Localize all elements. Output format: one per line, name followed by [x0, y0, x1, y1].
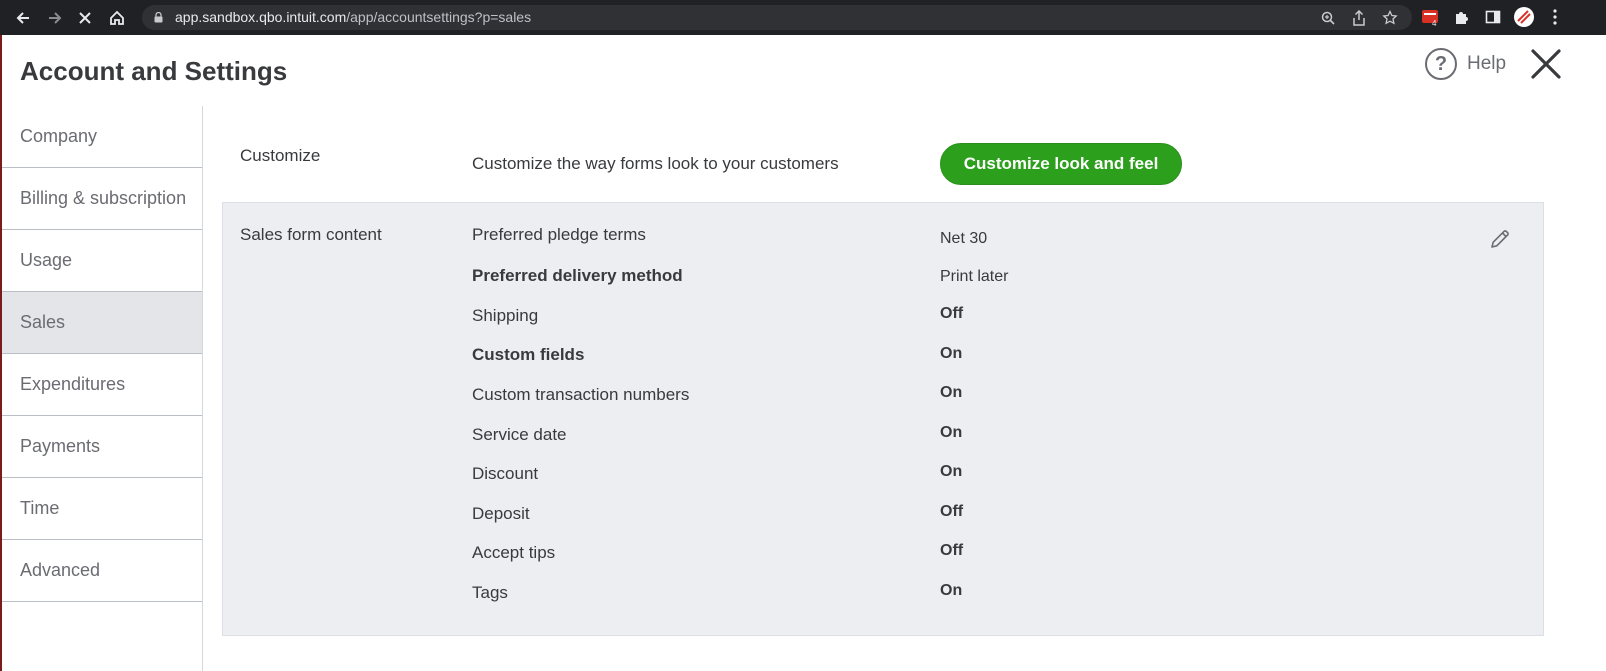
share-icon[interactable]	[1350, 9, 1368, 27]
help-label: Help	[1467, 53, 1507, 74]
sidebar-item-billing[interactable]: Billing & subscription	[2, 168, 202, 230]
tags-label: Tags	[472, 583, 508, 602]
url-text: app.sandbox.qbo.intuit.com/app/accountse…	[175, 9, 532, 25]
custom-fields-label: Custom fields	[472, 345, 585, 364]
svg-text:4: 4	[1432, 19, 1437, 27]
tags-value: On	[940, 582, 963, 599]
custom-transaction-numbers-label: Custom transaction numbers	[472, 385, 690, 404]
preferred-delivery-method-value: Print later	[940, 268, 1009, 285]
customize-section: Customize Customize the way forms look t…	[222, 106, 1544, 202]
settings-sidebar: Company Billing & subscription Usage Sal…	[2, 106, 203, 671]
shipping-label: Shipping	[472, 306, 539, 325]
help-question-icon: ?	[1425, 48, 1457, 80]
address-bar[interactable]: app.sandbox.qbo.intuit.com/app/accountse…	[142, 5, 1412, 30]
home-icon[interactable]	[102, 0, 132, 35]
sidebar-item-sales[interactable]: Sales	[2, 292, 202, 354]
custom-transaction-numbers-value: On	[940, 384, 963, 401]
browser-toolbar: app.sandbox.qbo.intuit.com/app/accountse…	[0, 0, 1606, 35]
customize-section-label: Customize	[240, 146, 321, 165]
help-button[interactable]: ? Help	[1425, 48, 1506, 80]
sidebar-item-advanced[interactable]: Advanced	[2, 540, 202, 602]
preferred-pledge-terms-value: Net 30	[940, 230, 988, 247]
custom-fields-value: On	[940, 345, 963, 362]
shipping-value: Off	[940, 305, 964, 322]
customize-look-and-feel-button[interactable]: Customize look and feel	[940, 143, 1182, 185]
preferred-pledge-terms-label: Preferred pledge terms	[472, 225, 646, 244]
close-icon[interactable]	[1528, 46, 1564, 82]
sales-form-content-label: Sales form content	[240, 225, 382, 244]
discount-value: On	[940, 463, 963, 480]
extensions-puzzle-icon[interactable]	[1451, 6, 1473, 28]
service-date-label: Service date	[472, 425, 567, 444]
edit-pencil-icon[interactable]	[1488, 227, 1512, 251]
extension-red-icon[interactable]: 4	[1420, 6, 1442, 28]
back-arrow-icon[interactable]	[8, 0, 38, 35]
page-title: Account and Settings	[20, 56, 288, 86]
forward-arrow-icon[interactable]	[40, 0, 70, 35]
sidebar-item-expenditures[interactable]: Expenditures	[2, 354, 202, 416]
zoom-icon[interactable]	[1319, 9, 1337, 27]
sidebar-item-payments[interactable]: Payments	[2, 416, 202, 478]
discount-label: Discount	[472, 464, 539, 483]
more-menu-icon[interactable]	[1544, 6, 1566, 28]
deposit-label: Deposit	[472, 504, 530, 523]
stop-loading-icon[interactable]	[70, 0, 100, 35]
bookmark-star-icon[interactable]	[1381, 9, 1399, 27]
accept-tips-label: Accept tips	[472, 543, 556, 562]
profile-avatar[interactable]	[1513, 6, 1535, 28]
sales-form-content-section[interactable]: Sales form content Preferred pledge term…	[222, 202, 1544, 636]
accept-tips-value: Off	[940, 542, 964, 559]
deposit-value: Off	[940, 503, 964, 520]
side-panel-icon[interactable]	[1482, 6, 1504, 28]
lock-icon	[154, 12, 163, 23]
preferred-delivery-method-label: Preferred delivery method	[472, 266, 683, 285]
service-date-value: On	[940, 424, 963, 441]
customize-description: Customize the way forms look to your cus…	[472, 154, 839, 173]
sidebar-item-usage[interactable]: Usage	[2, 230, 202, 292]
sidebar-item-company[interactable]: Company	[2, 106, 202, 168]
sidebar-item-time[interactable]: Time	[2, 478, 202, 540]
